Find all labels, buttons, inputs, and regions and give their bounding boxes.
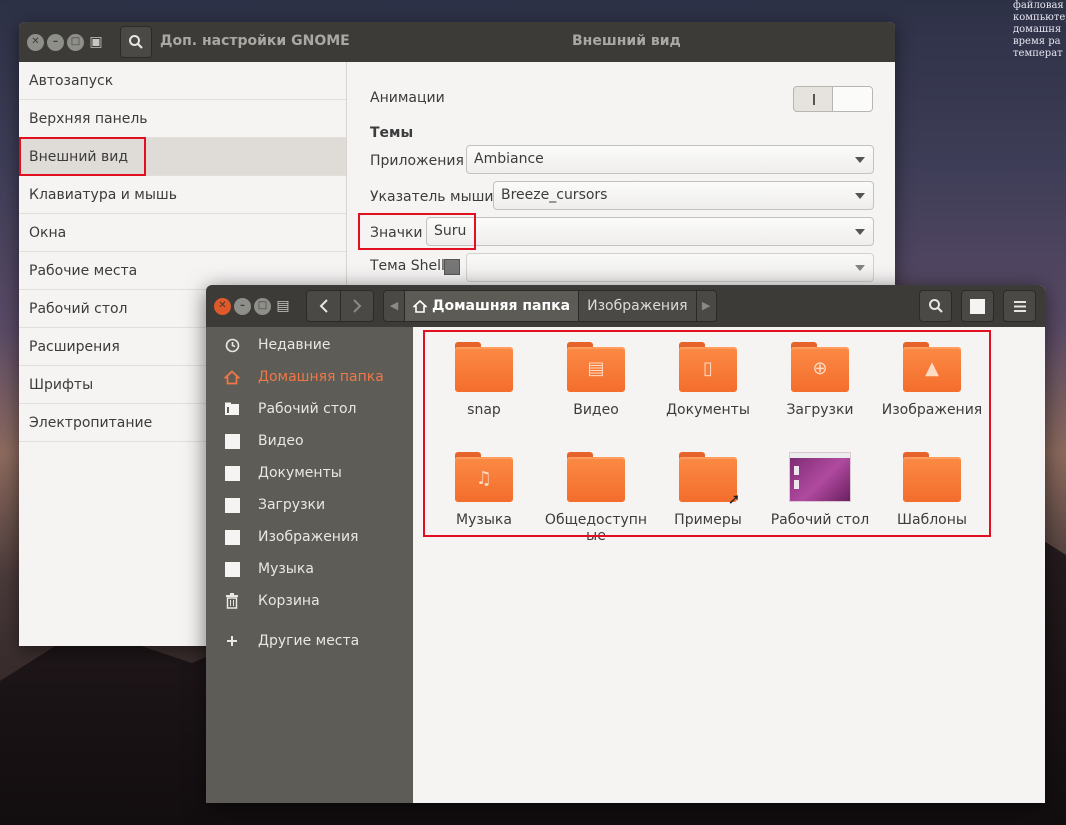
list-item[interactable]: Рабочий стол bbox=[764, 452, 876, 528]
list-item[interactable]: Шаблоны bbox=[876, 452, 988, 528]
path-scroll-left-icon[interactable]: ◀ bbox=[384, 291, 404, 321]
places-sidebar: Недавние Домашняя папка Рабочий стол Вид… bbox=[206, 327, 413, 803]
page-title: Внешний вид bbox=[572, 33, 681, 49]
file-view: snap ▤ Видео ▯ Документы ⊕ Загрузки ▲ Из… bbox=[413, 327, 1045, 803]
templates-folder-icon bbox=[903, 452, 961, 502]
close-icon[interactable]: ✕ bbox=[214, 297, 231, 315]
sidebar-item-autostart[interactable]: Автозапуск bbox=[19, 62, 346, 100]
list-item[interactable]: ⊕ Загрузки bbox=[764, 342, 876, 418]
applications-theme-combo[interactable]: Ambiance bbox=[466, 145, 874, 174]
place-pictures[interactable]: Изображения bbox=[206, 521, 413, 553]
square-icon bbox=[224, 465, 240, 481]
shell-theme-combo[interactable] bbox=[466, 253, 874, 282]
minimize-icon[interactable]: – bbox=[234, 297, 251, 315]
dropdown-arrow-icon bbox=[855, 157, 865, 163]
cursor-theme-combo[interactable]: Breeze_cursors bbox=[493, 181, 874, 210]
plus-icon bbox=[227, 636, 237, 646]
place-desktop[interactable]: Рабочий стол bbox=[206, 393, 413, 425]
path-bar: ◀ Домашняя папка Изображения ▶ bbox=[383, 290, 717, 322]
menu-button[interactable] bbox=[1003, 290, 1036, 322]
animations-switch[interactable] bbox=[793, 86, 873, 112]
list-item[interactable]: ▲ Изображения bbox=[876, 342, 988, 418]
maximize-icon[interactable]: □ bbox=[254, 297, 271, 315]
pictures-folder-icon: ▲ bbox=[903, 342, 961, 392]
list-item[interactable]: snap bbox=[428, 342, 540, 418]
trash-icon bbox=[226, 593, 238, 609]
square-icon bbox=[224, 529, 240, 545]
list-item[interactable]: ♫ Музыка bbox=[428, 452, 540, 528]
grid-view-icon bbox=[970, 298, 985, 314]
view-toggle-button[interactable] bbox=[961, 290, 994, 322]
music-folder-icon: ♫ bbox=[455, 452, 513, 502]
back-button[interactable] bbox=[307, 291, 340, 321]
search-button[interactable] bbox=[919, 290, 952, 322]
applications-label: Приложения bbox=[370, 153, 464, 169]
list-item[interactable]: Общедоступные bbox=[540, 452, 652, 544]
sidebar-item-keyboard-mouse[interactable]: Клавиатура и мышь bbox=[19, 176, 346, 214]
clock-icon bbox=[225, 338, 239, 352]
place-downloads[interactable]: Загрузки bbox=[206, 489, 413, 521]
window-menu-icon[interactable]: ▤ bbox=[274, 297, 292, 315]
dropdown-arrow-icon bbox=[855, 193, 865, 199]
themes-heading: Темы bbox=[370, 125, 414, 141]
place-recent[interactable]: Недавние bbox=[206, 329, 413, 361]
dropdown-arrow-icon bbox=[855, 265, 865, 271]
place-music[interactable]: Музыка bbox=[206, 553, 413, 585]
home-icon bbox=[413, 299, 427, 313]
sidebar-item-windows[interactable]: Окна bbox=[19, 214, 346, 252]
desktop-folder-icon bbox=[225, 402, 239, 415]
examples-link-folder-icon: ➚ bbox=[679, 452, 740, 508]
home-icon bbox=[224, 369, 240, 384]
forward-button[interactable] bbox=[340, 291, 373, 321]
icons-label: Значки bbox=[370, 225, 423, 241]
symlink-arrow-icon: ➚ bbox=[727, 490, 741, 508]
app-title: Доп. настройки GNOME bbox=[160, 33, 350, 49]
desktop-icon bbox=[789, 452, 851, 502]
files-window: ✕ – □ ▤ ◀ Домашняя папка Изображения ▶ Н… bbox=[206, 285, 1045, 803]
tweaks-titlebar: ✕ – □ ▣ Доп. настройки GNOME Внешний вид bbox=[19, 22, 895, 62]
place-videos[interactable]: Видео bbox=[206, 425, 413, 457]
place-documents[interactable]: Документы bbox=[206, 457, 413, 489]
dropdown-arrow-icon bbox=[855, 229, 865, 235]
folder-icon bbox=[455, 342, 513, 392]
downloads-folder-icon: ⊕ bbox=[791, 342, 849, 392]
path-scroll-right-icon[interactable]: ▶ bbox=[695, 291, 716, 321]
place-home[interactable]: Домашняя папка bbox=[206, 361, 413, 393]
square-icon bbox=[224, 561, 240, 577]
square-icon bbox=[224, 433, 240, 449]
files-titlebar: ✕ – □ ▤ ◀ Домашняя папка Изображения ▶ bbox=[206, 285, 1045, 327]
chevron-left-icon bbox=[319, 299, 328, 313]
shell-theme-label: Тема Shell bbox=[370, 258, 445, 274]
search-button[interactable] bbox=[120, 26, 152, 58]
search-icon bbox=[129, 35, 143, 49]
public-folder-icon bbox=[567, 452, 625, 502]
chevron-right-icon bbox=[353, 299, 362, 313]
path-segment-home[interactable]: Домашняя папка bbox=[404, 291, 579, 321]
close-icon[interactable]: ✕ bbox=[27, 33, 44, 51]
minimize-icon[interactable]: – bbox=[47, 33, 64, 51]
video-folder-icon: ▤ bbox=[567, 342, 625, 392]
desktop-note-text: файловая компьютер домашня время ра темп… bbox=[1013, 0, 1066, 59]
shell-warning-icon bbox=[444, 259, 460, 275]
maximize-icon[interactable]: □ bbox=[67, 33, 84, 51]
window-menu-icon[interactable]: ▣ bbox=[87, 33, 105, 51]
hamburger-menu-icon bbox=[1013, 300, 1026, 312]
list-item[interactable]: ▯ Документы bbox=[652, 342, 764, 418]
cursor-label: Указатель мыши bbox=[370, 189, 494, 205]
navigation-buttons bbox=[306, 290, 374, 322]
documents-folder-icon: ▯ bbox=[679, 342, 737, 392]
search-icon bbox=[928, 299, 943, 313]
sidebar-item-top-bar[interactable]: Верхняя панель bbox=[19, 100, 346, 138]
path-segment-pictures[interactable]: Изображения bbox=[578, 291, 696, 321]
sidebar-item-appearance[interactable]: Внешний вид bbox=[19, 138, 346, 176]
place-other-locations[interactable]: Другие места bbox=[206, 625, 413, 657]
list-item[interactable]: ▤ Видео bbox=[540, 342, 652, 418]
animations-label: Анимации bbox=[370, 90, 445, 106]
list-item[interactable]: ➚ Примеры bbox=[652, 452, 764, 528]
square-icon bbox=[224, 497, 240, 513]
place-trash[interactable]: Корзина bbox=[206, 585, 413, 617]
icons-theme-combo[interactable]: Suru bbox=[426, 217, 874, 246]
